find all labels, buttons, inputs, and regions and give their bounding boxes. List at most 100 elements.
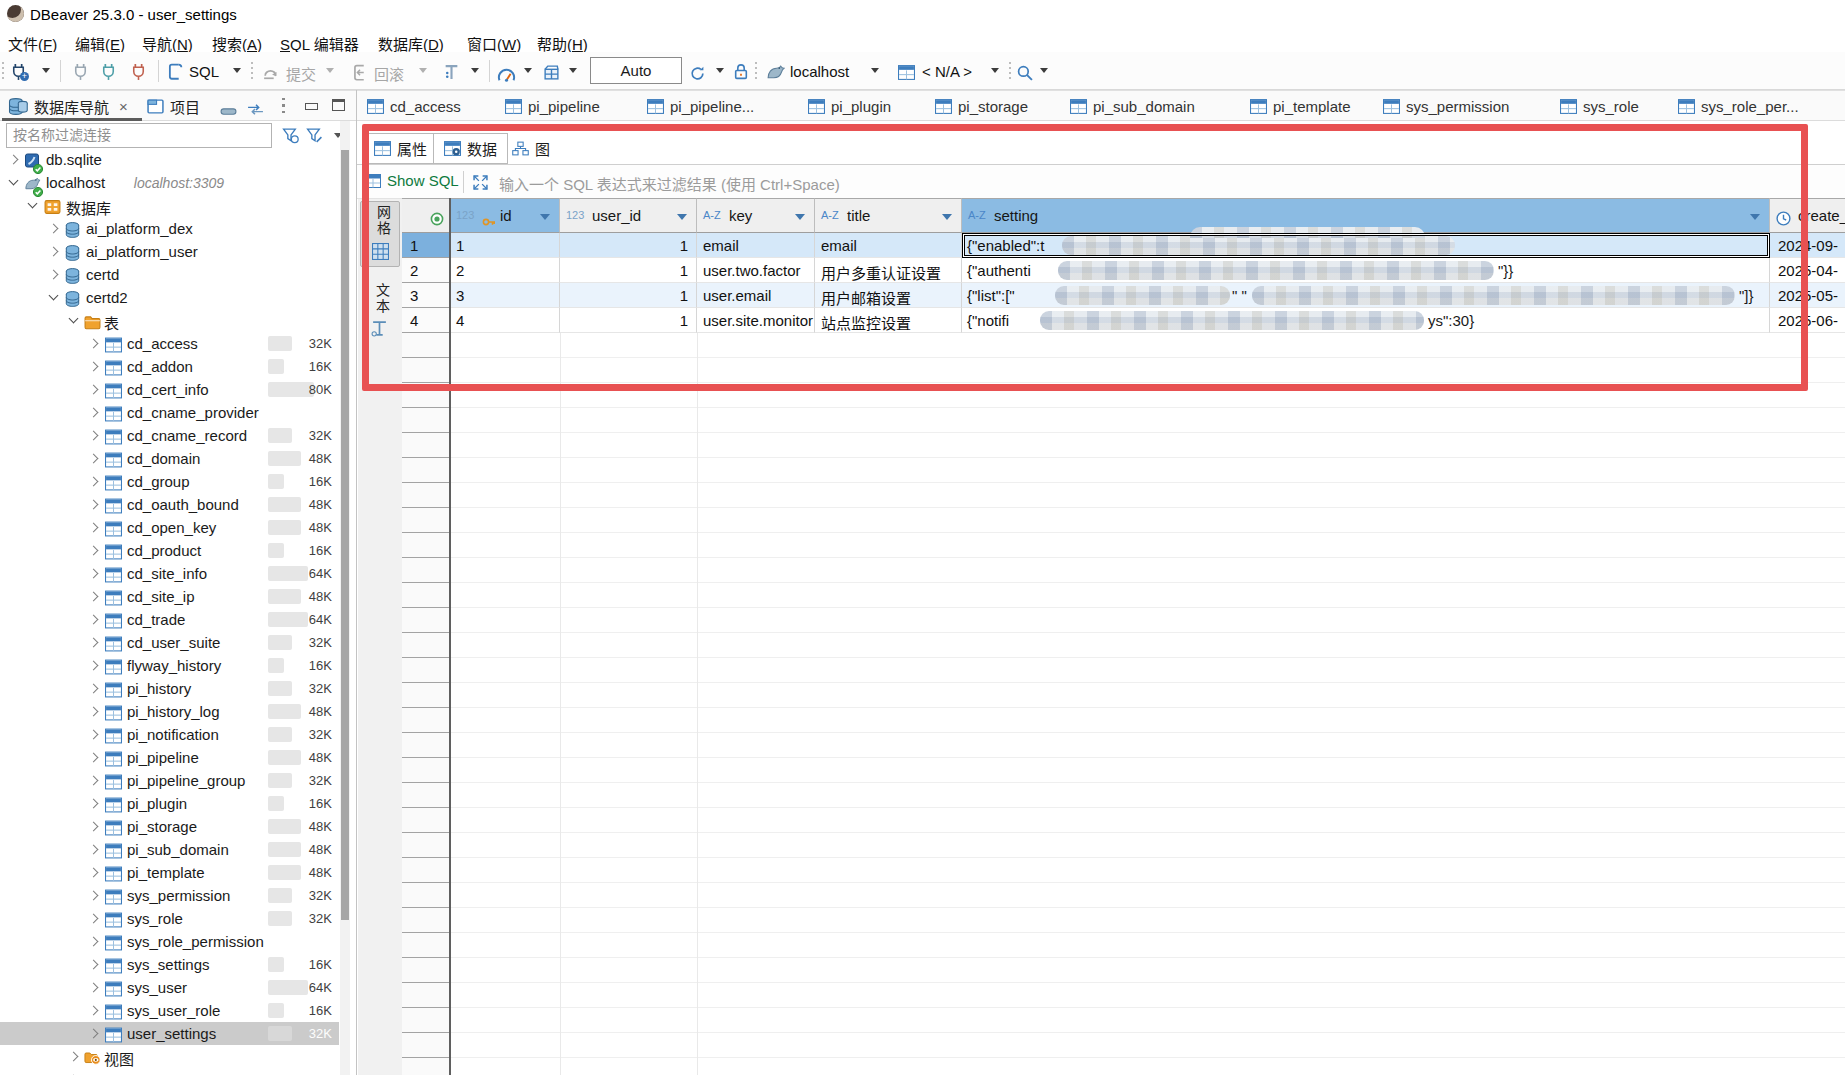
dropdown-caret[interactable]	[716, 68, 724, 73]
tree-item-[interactable]: 表	[0, 309, 339, 332]
dropdown-caret[interactable]	[1040, 68, 1048, 73]
chevron-right-icon[interactable]	[89, 776, 99, 786]
chevron-right-icon[interactable]	[89, 753, 99, 763]
chevron-right-icon[interactable]	[89, 937, 99, 947]
schema-name[interactable]: < N/A >	[922, 63, 972, 80]
sql-editor-label[interactable]: SQL	[189, 63, 219, 80]
collapse-all-icon[interactable]	[220, 102, 237, 120]
chevron-right-icon[interactable]	[89, 661, 99, 671]
dropdown-caret[interactable]	[524, 68, 532, 73]
close-icon[interactable]: ×	[119, 98, 128, 115]
tree-item-[interactable]: 数据库	[0, 194, 339, 217]
tree-item-sys_role_permission[interactable]: sys_role_permission	[0, 930, 339, 953]
chevron-right-icon[interactable]	[89, 500, 99, 510]
chevron-right-icon[interactable]	[69, 1052, 79, 1062]
tree-item-cd_open_key[interactable]: cd_open_key48K	[0, 516, 339, 539]
tree-item-pi_plugin[interactable]: pi_plugin16K	[0, 792, 339, 815]
tree-item-pi_history_log[interactable]: pi_history_log48K	[0, 700, 339, 723]
rollback-label[interactable]: 回滚	[374, 63, 404, 84]
editor-tab-pi_sub_domain[interactable]: pi_sub_domain	[1070, 94, 1195, 119]
tree-item-cd_access[interactable]: cd_access32K	[0, 332, 339, 355]
lock-icon[interactable]	[734, 62, 748, 80]
chevron-right-icon[interactable]	[89, 339, 99, 349]
minimize-panel-icon[interactable]	[305, 103, 318, 110]
view-menu-icon[interactable]	[282, 98, 285, 114]
tree-item-cd_cname_provider[interactable]: cd_cname_provider	[0, 401, 339, 424]
chevron-right-icon[interactable]	[9, 155, 19, 165]
chevron-down-icon[interactable]	[69, 314, 79, 324]
tree-item-cd_site_info[interactable]: cd_site_info64K	[0, 562, 339, 585]
link-editor-icon[interactable]	[247, 100, 264, 118]
chevron-right-icon[interactable]	[89, 615, 99, 625]
tree-item-ai_platform_dex[interactable]: ai_platform_dex	[0, 217, 339, 240]
dropdown-caret[interactable]	[569, 68, 577, 73]
commit-icon[interactable]	[262, 64, 279, 82]
tree-item-sys_permission[interactable]: sys_permission32K	[0, 884, 339, 907]
tree-item-cd_cname_record[interactable]: cd_cname_record32K	[0, 424, 339, 447]
output-icon[interactable]	[543, 63, 560, 81]
chevron-right-icon[interactable]	[89, 546, 99, 556]
editor-tab-pi_template[interactable]: pi_template	[1250, 94, 1351, 119]
chevron-right-icon[interactable]	[89, 684, 99, 694]
chevron-right-icon[interactable]	[89, 799, 99, 809]
chevron-right-icon[interactable]	[89, 408, 99, 418]
chevron-right-icon[interactable]	[89, 983, 99, 993]
auto-commit-select[interactable]: Auto	[590, 57, 682, 84]
tree-item-pi_pipeline_group[interactable]: pi_pipeline_group32K	[0, 769, 339, 792]
tree-item-certd2[interactable]: certd2	[0, 286, 339, 309]
tree-item-pi_storage[interactable]: pi_storage48K	[0, 815, 339, 838]
chevron-right-icon[interactable]	[89, 569, 99, 579]
editor-tab-sys_role[interactable]: sys_role	[1560, 94, 1639, 119]
chevron-right-icon[interactable]	[89, 868, 99, 878]
tab-database-navigator[interactable]: 数据库导航×	[8, 94, 128, 119]
chevron-right-icon[interactable]	[89, 523, 99, 533]
chevron-down-icon[interactable]	[49, 291, 59, 301]
tree-item-pi_notification[interactable]: pi_notification32K	[0, 723, 339, 746]
chevron-right-icon[interactable]	[89, 845, 99, 855]
chevron-right-icon[interactable]	[89, 477, 99, 487]
tree-item-user_settings[interactable]: user_settings32K	[0, 1022, 339, 1045]
tab-projects[interactable]: 项目	[147, 94, 200, 119]
chevron-right-icon[interactable]	[89, 362, 99, 372]
connect-icon[interactable]	[72, 62, 89, 81]
tree-item-db.sqlite[interactable]: db.sqlite	[0, 148, 339, 171]
chevron-down-icon[interactable]	[28, 199, 38, 209]
tree-item-localhost[interactable]: localhostlocalhost:3309	[0, 171, 339, 194]
editor-tab-sys_role_per[interactable]: sys_role_per...	[1678, 94, 1799, 119]
schema-icon[interactable]	[898, 63, 915, 81]
tree-item-flyway_history[interactable]: flyway_history16K	[0, 654, 339, 677]
chevron-right-icon[interactable]	[89, 960, 99, 970]
commit-label[interactable]: 提交	[286, 63, 316, 84]
tree-item-pi_history[interactable]: pi_history32K	[0, 677, 339, 700]
maximize-panel-icon[interactable]	[332, 99, 345, 111]
filter-edit-icon[interactable]	[306, 126, 323, 144]
dropdown-caret[interactable]	[871, 68, 879, 73]
editor-tab-pi_plugin[interactable]: pi_plugin	[808, 94, 891, 119]
tree-item-cd_domain[interactable]: cd_domain48K	[0, 447, 339, 470]
transaction-log-icon[interactable]	[444, 63, 459, 81]
chevron-right-icon[interactable]	[49, 224, 59, 234]
disconnect-icon[interactable]	[130, 62, 147, 81]
tree-item-sys_user_role[interactable]: sys_user_role16K	[0, 999, 339, 1022]
chevron-right-icon[interactable]	[89, 1006, 99, 1016]
editor-tab-pi_pipeline[interactable]: pi_pipeline	[505, 94, 600, 119]
search-icon[interactable]	[1017, 63, 1033, 81]
tree-item-cd_addon[interactable]: cd_addon16K	[0, 355, 339, 378]
chevron-right-icon[interactable]	[89, 385, 99, 395]
chevron-right-icon[interactable]	[89, 822, 99, 832]
sidebar-scrollbar-thumb[interactable]	[341, 150, 349, 920]
tree-item-pi_sub_domain[interactable]: pi_sub_domain48K	[0, 838, 339, 861]
dropdown-caret[interactable]	[471, 68, 479, 73]
chevron-right-icon[interactable]	[89, 891, 99, 901]
dashboard-icon[interactable]	[497, 65, 516, 83]
chevron-right-icon[interactable]	[89, 1029, 99, 1039]
connection-type-icon[interactable]	[766, 63, 785, 81]
editor-tab-cd_access[interactable]: cd_access	[367, 94, 461, 119]
chevron-right-icon[interactable]	[49, 270, 59, 280]
connection-filter-input[interactable]: 按名称过滤连接	[6, 123, 272, 148]
tree-item-sys_settings[interactable]: sys_settings16K	[0, 953, 339, 976]
tree-item-cd_group[interactable]: cd_group16K	[0, 470, 339, 493]
chevron-right-icon[interactable]	[89, 431, 99, 441]
editor-tab-pi_pipeline[interactable]: pi_pipeline...	[647, 94, 754, 119]
sql-editor-icon[interactable]	[168, 62, 183, 80]
